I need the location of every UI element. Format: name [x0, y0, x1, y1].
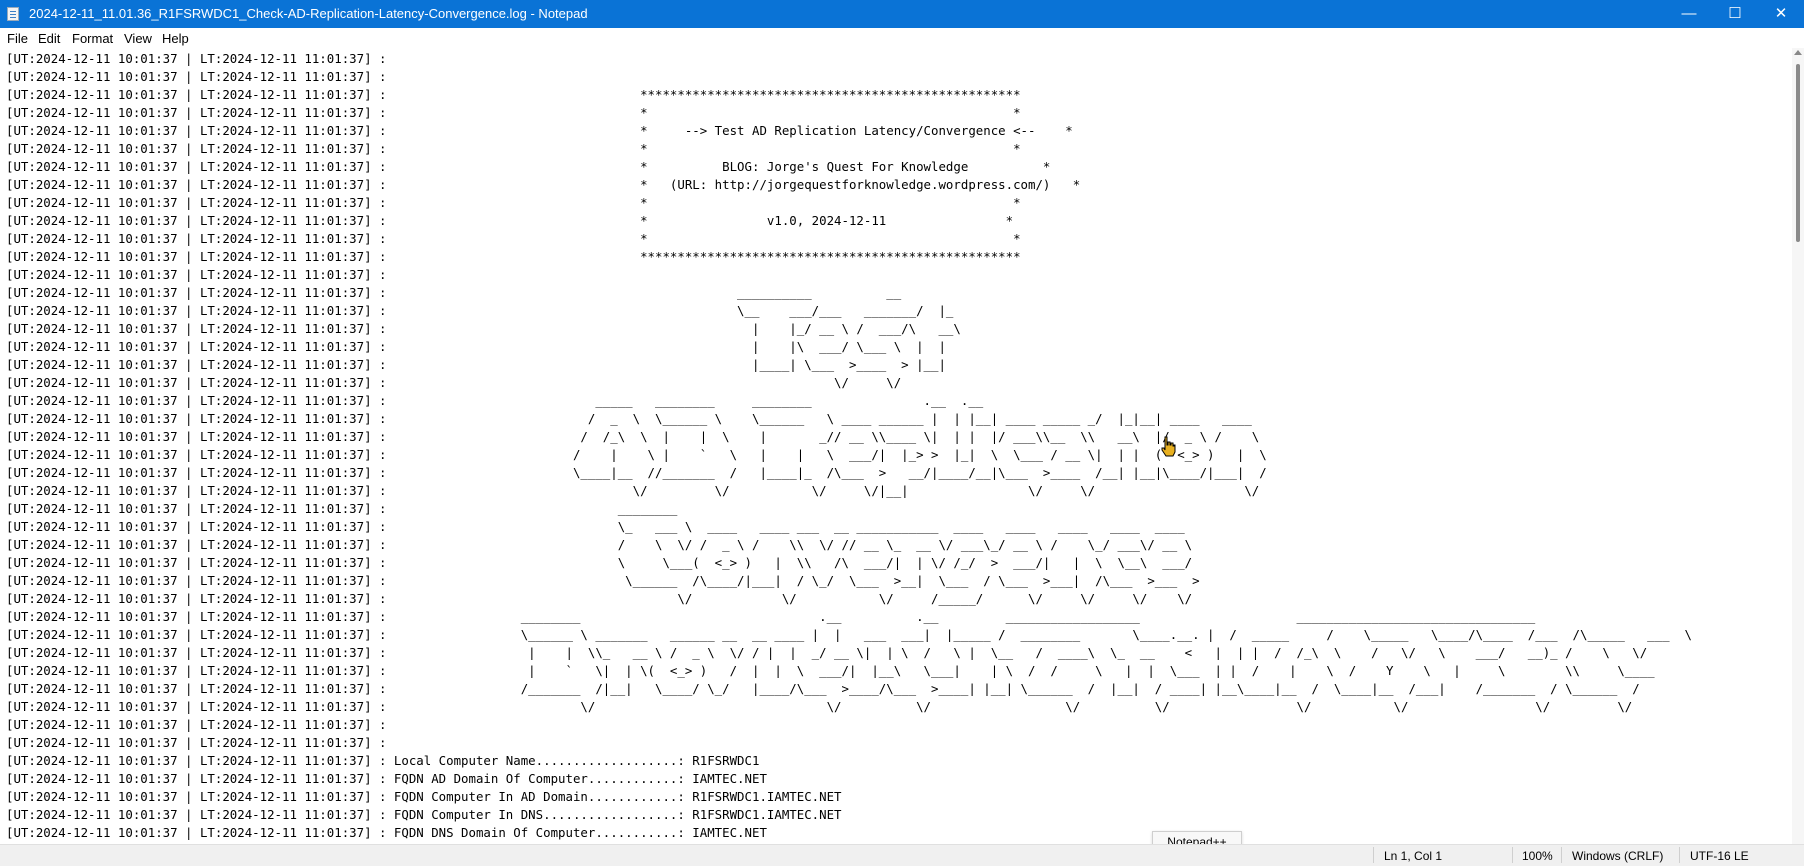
menu-file[interactable]: File	[7, 31, 28, 46]
hand-cursor-icon	[1161, 436, 1176, 457]
menu-bar: File Edit Format View Help	[0, 28, 1804, 48]
window-title: 2024-12-11_11.01.36_R1FSRWDC1_Check-AD-R…	[29, 6, 588, 21]
close-button[interactable]: ✕	[1758, 0, 1804, 28]
minimize-button[interactable]: —	[1666, 0, 1712, 28]
status-separator	[1512, 847, 1513, 863]
menu-edit[interactable]: Edit	[38, 31, 60, 46]
notepad-app-icon[interactable]	[7, 7, 19, 21]
menu-view[interactable]: View	[124, 31, 152, 46]
scrollbar-thumb[interactable]	[1796, 64, 1800, 242]
status-separator	[1561, 847, 1562, 863]
log-content[interactable]: [UT:2024-12-11 10:01:37 | LT:2024-12-11 …	[0, 48, 1792, 842]
status-bar: Ln 1, Col 1 100% Windows (CRLF) UTF-16 L…	[0, 844, 1804, 866]
vertical-scrollbar[interactable]	[1792, 48, 1804, 844]
maximize-button[interactable]: ☐	[1712, 0, 1758, 28]
text-editor[interactable]: [UT:2024-12-11 10:01:37 | LT:2024-12-11 …	[0, 48, 1792, 844]
status-separator	[1679, 847, 1680, 863]
cursor-position: Ln 1, Col 1	[1384, 849, 1443, 863]
status-separator	[1373, 847, 1374, 863]
menu-format[interactable]: Format	[72, 31, 113, 46]
zoom-level: 100%	[1522, 849, 1553, 863]
scroll-up-arrow-icon[interactable]	[1794, 50, 1802, 55]
encoding: UTF-16 LE	[1690, 849, 1749, 863]
title-bar[interactable]: 2024-12-11_11.01.36_R1FSRWDC1_Check-AD-R…	[0, 0, 1804, 28]
menu-help[interactable]: Help	[162, 31, 189, 46]
line-ending: Windows (CRLF)	[1572, 849, 1664, 863]
